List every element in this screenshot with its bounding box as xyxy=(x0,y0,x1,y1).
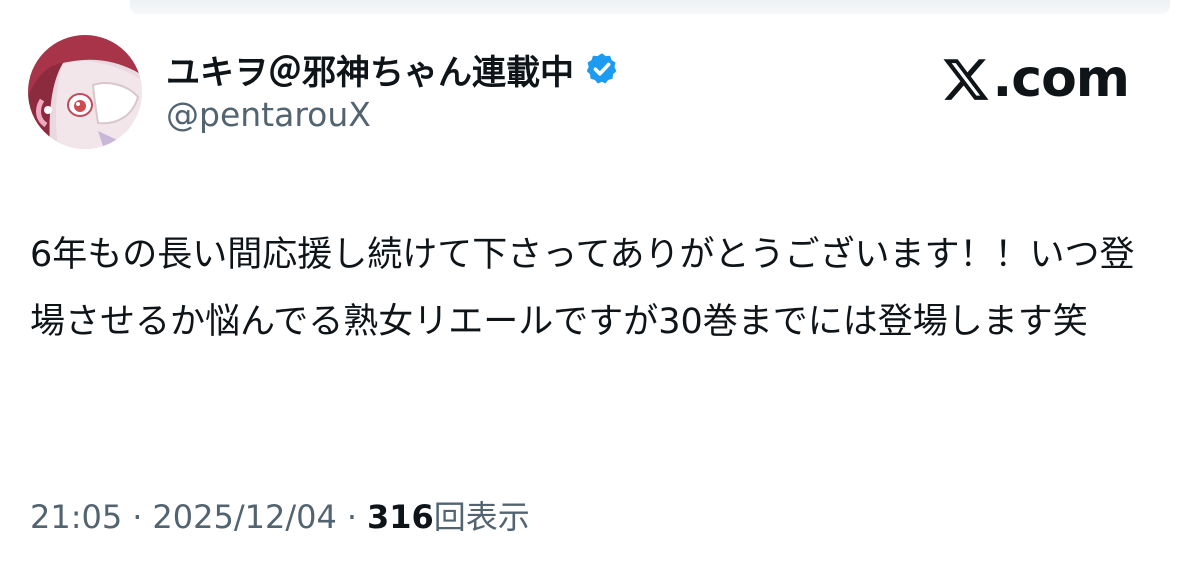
tweet-meta: 21:05 · 2025/12/04 · 316回表示 xyxy=(30,492,530,538)
site-domain-label: .com xyxy=(992,49,1130,109)
author-name-row: ユキヲ＠邪神ちゃん連載中 xyxy=(166,45,620,93)
top-edge-strip xyxy=(130,0,1170,14)
tweet-card: ユキヲ＠邪神ちゃん連載中 @pentarouX .com 6年もの長い間応援し続… xyxy=(0,0,1179,568)
meta-separator: · xyxy=(346,498,357,536)
tweet-text: 6年もの長い間応援し続けて下さってありがとうございます！！いつ登場させるか悩んで… xyxy=(30,235,1135,342)
meta-separator: · xyxy=(132,498,143,536)
tweet-time[interactable]: 21:05 xyxy=(30,498,122,536)
views-count: 316 xyxy=(367,498,434,536)
avatar-image xyxy=(28,35,142,149)
x-logo-icon xyxy=(943,59,988,100)
author-display-name[interactable]: ユキヲ＠邪神ちゃん連載中 xyxy=(166,45,574,94)
views-label: 回表示 xyxy=(433,498,530,536)
avatar[interactable] xyxy=(28,35,142,149)
tweet-date[interactable]: 2025/12/04 xyxy=(152,498,336,536)
verified-badge-icon xyxy=(586,53,617,84)
author-handle[interactable]: @pentarouX xyxy=(166,95,371,134)
site-logo: .com xyxy=(941,50,1130,108)
